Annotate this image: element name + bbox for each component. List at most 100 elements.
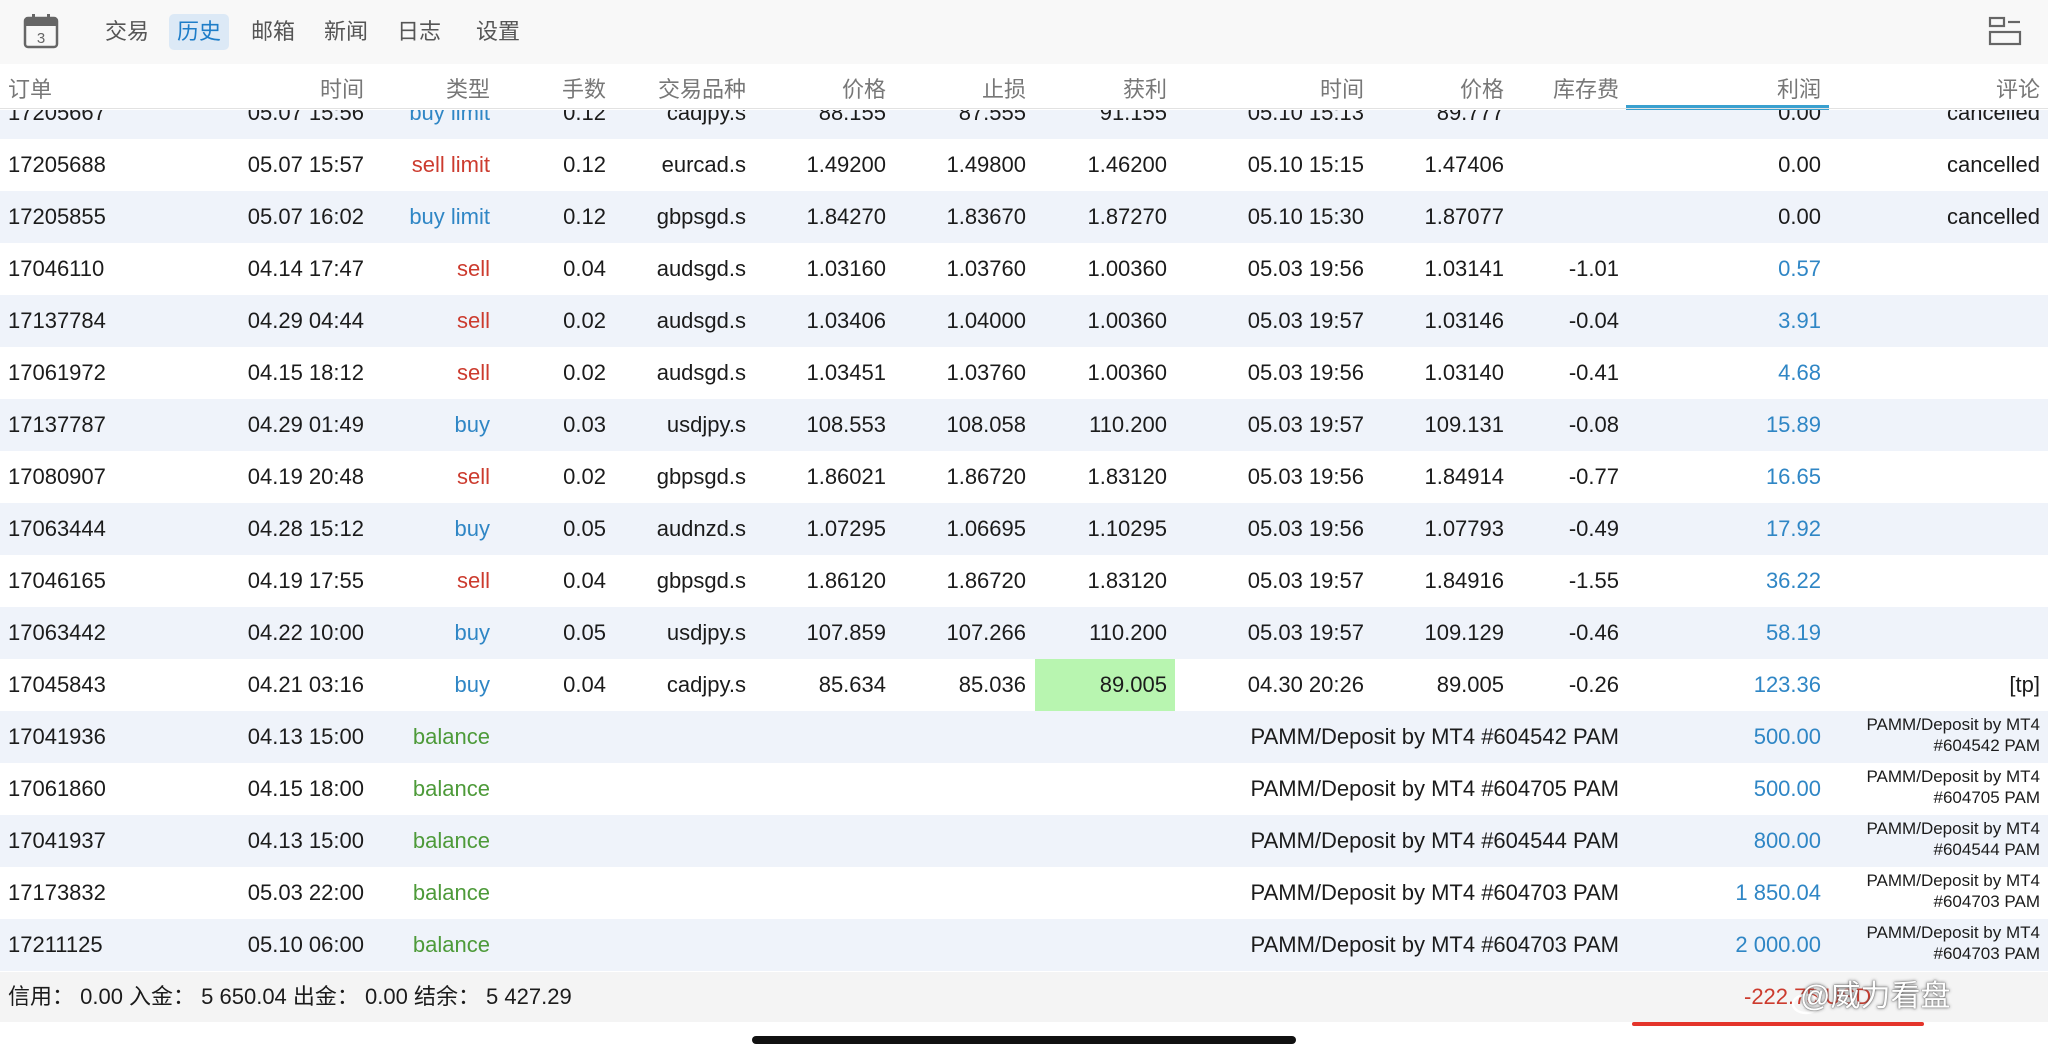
calendar-icon[interactable]: 3	[22, 12, 60, 50]
tab-mailbox[interactable]: 邮箱	[243, 14, 303, 50]
comment-line: PAMM/Deposit by MT4	[1866, 819, 2040, 838]
comment-cell: PAMM/Deposit by MT4 #604703 PAM	[1840, 870, 2040, 916]
order-type-cell: buy limit	[409, 204, 490, 229]
underline-mark	[1632, 1022, 1924, 1026]
table-row[interactable]: 17046165 04.19 17:55 sell 0.04 gbpsgd.s 1.861…	[0, 555, 2048, 607]
table-row[interactable]: 17046110 04.14 17:47 sell 0.04 audsgd.s 1.031…	[0, 243, 2048, 295]
comment-line: #604542 PAM	[1933, 736, 2040, 755]
col-close-price[interactable]: 价格	[1460, 72, 1504, 104]
close-price-cell: 89.005	[1436, 672, 1504, 697]
comment-cell	[1850, 399, 2040, 451]
table-row[interactable]: 17061972 04.15 18:12 sell 0.02 audsgd.s 1.034…	[0, 347, 2048, 399]
top-nav: 3 交易 历史 邮箱 新闻 日志 设置	[0, 0, 2048, 64]
col-open-time[interactable]: 时间	[320, 72, 364, 104]
order-id-cell: 17046110	[8, 256, 105, 281]
order-type-cell: buy	[454, 672, 490, 697]
col-profit[interactable]: 利润	[1777, 72, 1821, 104]
col-symbol[interactable]: 交易品种	[658, 72, 746, 104]
profit-cell: 0.57	[1778, 256, 1821, 281]
table-row[interactable]: 17211125 05.10 06:00 balance 2 000.00 PAMM/D…	[0, 919, 2048, 971]
svg-text:3: 3	[37, 30, 45, 47]
comment-cell	[1850, 451, 2040, 503]
swap-cell: -0.46	[1568, 620, 1619, 645]
table-row[interactable]: 17041937 04.13 15:00 balance 800.00 PAMM/Dep…	[0, 815, 2048, 867]
open-price-cell: 1.86021	[806, 464, 886, 489]
take-profit-cell: 110.200	[1089, 620, 1167, 645]
table-row[interactable]: 17041936 04.13 15:00 balance 500.00 PAMM/Dep…	[0, 711, 2048, 763]
profit-cell: 17.92	[1765, 516, 1821, 541]
col-swap[interactable]: 库存费	[1553, 72, 1619, 104]
swap-cell	[1519, 139, 1619, 191]
order-type-cell: sell	[456, 568, 490, 593]
symbol-cell: cadjpy.s	[666, 672, 746, 697]
order-type-cell: balance	[412, 880, 490, 905]
close-time-cell: 04.30 20:26	[1247, 672, 1364, 697]
deposit-description-cell: PAMM/Deposit by MT4 #604703 PAM	[1250, 880, 1619, 905]
take-profit-cell: 1.00360	[1087, 308, 1167, 333]
close-time-cell: 05.03 19:57	[1247, 308, 1364, 333]
symbol-cell: eurcad.s	[661, 152, 746, 177]
swap-cell: -0.77	[1568, 464, 1619, 489]
table-row[interactable]: 17137784 04.29 04:44 sell 0.02 audsgd.s 1.034…	[0, 295, 2048, 347]
table-row[interactable]: 17137787 04.29 01:49 buy 0.03 usdjpy.s 108.55…	[0, 399, 2048, 451]
col-comment[interactable]: 评论	[1996, 72, 2040, 104]
home-indicator[interactable]	[752, 1036, 1296, 1044]
close-time-cell: 05.10 15:13	[1247, 110, 1364, 125]
order-id-cell: 17211125	[8, 932, 103, 957]
tab-trade[interactable]: 交易	[97, 14, 157, 50]
profit-cell: 0.00	[1778, 204, 1821, 229]
symbol-cell: gbpsgd.s	[656, 464, 746, 489]
col-tp[interactable]: 获利	[1123, 72, 1167, 104]
table-row[interactable]: 17080907 04.19 20:48 sell 0.02 gbpsgd.s 1.860…	[0, 451, 2048, 503]
comment-cell: PAMM/Deposit by MT4 #604542 PAM	[1840, 714, 2040, 760]
col-order[interactable]: 订单	[8, 72, 52, 104]
lots-cell: 0.04	[563, 672, 606, 697]
table-row[interactable]: 17173832 05.03 22:00 balance 1 850.04 PAMM/D…	[0, 867, 2048, 919]
layout-icon[interactable]	[1986, 12, 2024, 50]
table-row[interactable]: 17063442 04.22 10:00 buy 0.05 usdjpy.s 107.85…	[0, 607, 2048, 659]
col-price[interactable]: 价格	[842, 72, 886, 104]
comment-cell	[1850, 347, 2040, 399]
close-price-cell: 1.84914	[1424, 464, 1504, 489]
table-row[interactable]: 17205688 05.07 15:57 sell limit 0.12 eurcad.…	[0, 139, 2048, 191]
stop-loss-cell: 1.49800	[946, 152, 1026, 177]
order-type-cell: balance	[412, 724, 490, 749]
tab-settings[interactable]: 设置	[468, 14, 528, 50]
order-type-cell: buy	[454, 412, 490, 437]
col-type[interactable]: 类型	[446, 72, 490, 104]
open-price-cell: 1.03451	[806, 360, 886, 385]
tab-history[interactable]: 历史	[169, 14, 230, 50]
symbol-cell: cadjpy.s	[666, 110, 746, 125]
table-row[interactable]: 17061860 04.15 18:00 balance 500.00 PAMM/Dep…	[0, 763, 2048, 815]
stop-loss-cell: 1.86720	[946, 568, 1026, 593]
order-type-cell: balance	[412, 828, 490, 853]
order-id-cell: 17063444	[8, 516, 106, 541]
open-price-cell: 108.553	[806, 412, 886, 437]
take-profit-cell: 91.155	[1099, 110, 1167, 125]
col-sl[interactable]: 止损	[982, 72, 1026, 104]
col-lots[interactable]: 手数	[562, 72, 606, 104]
lots-cell: 0.02	[563, 308, 606, 333]
take-profit-cell: 110.200	[1089, 412, 1167, 437]
table-row[interactable]: 17205855 05.07 16:02 buy limit 0.12 gbpsgd.s…	[0, 191, 2048, 243]
col-close-time[interactable]: 时间	[1320, 72, 1364, 104]
column-header: 订单 时间 类型 手数 交易品种 价格 止损 获利 时间 价格 库存费 利润 评…	[0, 64, 2048, 110]
order-id-cell: 17137784	[8, 308, 106, 333]
tab-news[interactable]: 新闻	[316, 14, 376, 50]
order-type-cell: balance	[412, 932, 490, 957]
stop-loss-cell: 1.83670	[946, 204, 1026, 229]
table-row[interactable]: 17045843 04.21 03:16 buy 0.04 cadjpy.s 85.634…	[0, 659, 2048, 711]
stop-loss-cell: 1.86720	[946, 464, 1026, 489]
lots-cell: 0.05	[563, 516, 606, 541]
stop-loss-cell: 1.06695	[946, 516, 1026, 541]
open-price-cell: 107.859	[806, 620, 886, 645]
swap-cell: -1.55	[1568, 568, 1619, 593]
tab-journal[interactable]: 日志	[389, 14, 449, 50]
profit-cell: 123.36	[1753, 672, 1821, 697]
order-type-cell: sell	[456, 360, 490, 385]
order-id-cell: 17041936	[8, 724, 106, 749]
order-id-cell: 17061860	[8, 776, 106, 801]
table-row[interactable]: 17205667 05.07 15:56 buy limit 0.12 cadjpy.s…	[0, 110, 2048, 139]
take-profit-cell: 1.83120	[1087, 464, 1167, 489]
table-row[interactable]: 17063444 04.28 15:12 buy 0.05 audnzd.s 1.0729…	[0, 503, 2048, 555]
